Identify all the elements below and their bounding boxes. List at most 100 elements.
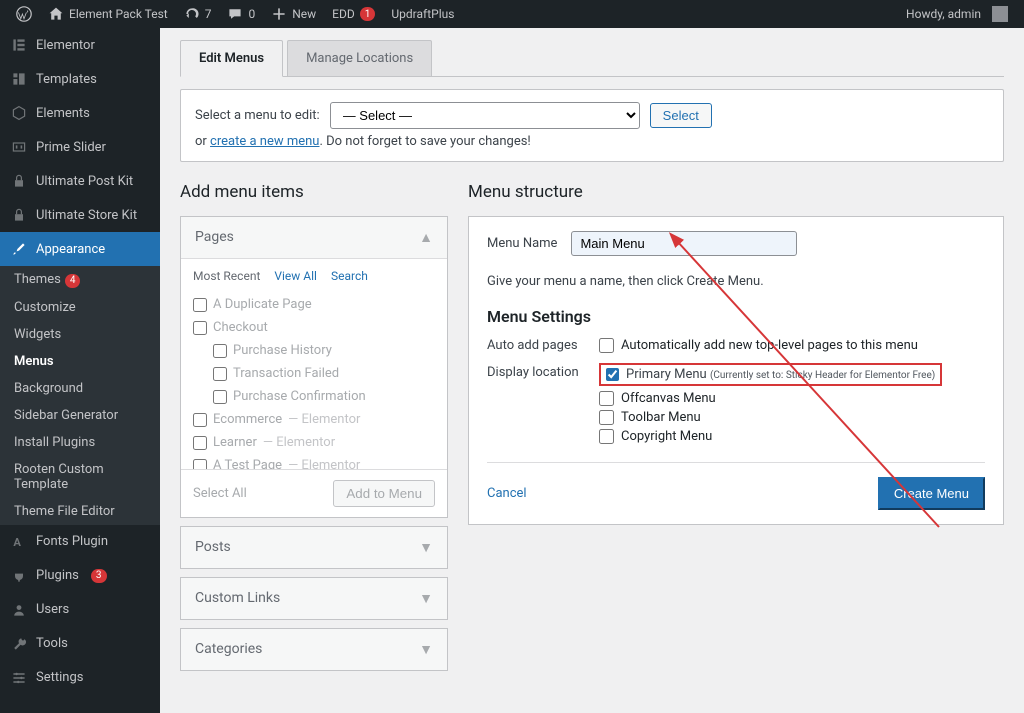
appearance-submenu: Themes4 Customize Widgets Menus Backgrou… xyxy=(0,266,160,525)
comments-item[interactable]: 0 xyxy=(219,0,263,28)
sidebar-item-settings[interactable]: Settings xyxy=(0,661,160,695)
page-checkbox[interactable] xyxy=(193,321,207,335)
admin-sidebar: Elementor Templates Elements Prime Slide… xyxy=(0,28,160,713)
submenu-menus[interactable]: Menus xyxy=(0,348,160,375)
page-item[interactable]: Learner — Elementor xyxy=(193,431,435,454)
page-item[interactable]: Purchase Confirmation xyxy=(193,385,435,408)
adminbar-left: Element Pack Test 7 0 New EDD 1 UpdraftPl… xyxy=(8,0,462,28)
wrench-icon xyxy=(10,635,28,653)
adminbar-right: Howdy, admin xyxy=(898,0,1016,28)
wordpress-logo-item[interactable] xyxy=(8,0,40,28)
sidebar-item-ultimate-store[interactable]: Ultimate Store Kit xyxy=(0,198,160,232)
sidebar-elements-label: Elements xyxy=(36,106,90,121)
chevron-down-icon: ▼ xyxy=(419,539,433,556)
sidebar-item-fonts-plugin[interactable]: AFonts Plugin xyxy=(0,525,160,559)
select-button[interactable]: Select xyxy=(650,103,712,128)
create-menu-link[interactable]: create a new menu xyxy=(210,134,319,149)
add-to-menu-button[interactable]: Add to Menu xyxy=(333,480,435,507)
page-item[interactable]: A Test Page — Elementor xyxy=(193,454,435,469)
sidebar-ultimate-store-label: Ultimate Store Kit xyxy=(36,208,137,223)
brush-icon xyxy=(10,240,28,258)
adminbar: Element Pack Test 7 0 New EDD 1 UpdraftPl… xyxy=(0,0,1024,28)
page-checkbox[interactable] xyxy=(193,298,207,312)
new-item[interactable]: New xyxy=(263,0,324,28)
sidebar-item-prime-slider[interactable]: Prime Slider xyxy=(0,130,160,164)
sidebar-item-ultimate-post[interactable]: Ultimate Post Kit xyxy=(0,164,160,198)
howdy-item[interactable]: Howdy, admin xyxy=(898,0,1016,28)
submenu-sidebar-gen[interactable]: Sidebar Generator xyxy=(0,402,160,429)
page-item[interactable]: Checkout xyxy=(193,316,435,339)
page-item[interactable]: Transaction Failed xyxy=(193,362,435,385)
page-checkbox[interactable] xyxy=(213,367,227,381)
page-label: A Test Page xyxy=(213,458,282,469)
themes-count-badge: 4 xyxy=(65,274,81,288)
edd-label: EDD xyxy=(332,7,355,21)
subtab-view-all[interactable]: View All xyxy=(274,269,317,283)
site-name-item[interactable]: Element Pack Test xyxy=(40,0,176,28)
subtab-search[interactable]: Search xyxy=(331,269,368,283)
page-label: Checkout xyxy=(213,320,268,335)
page-item[interactable]: A Duplicate Page xyxy=(193,293,435,316)
howdy-label: Howdy, admin xyxy=(906,7,981,21)
sidebar-item-plugins[interactable]: Plugins3 xyxy=(0,559,160,593)
add-menu-items-column: Add menu items Pages ▲ Most Recent View … xyxy=(180,182,448,679)
sidebar-item-templates[interactable]: Templates xyxy=(0,62,160,96)
sidebar-settings-label: Settings xyxy=(36,670,83,685)
svg-text:A: A xyxy=(13,536,21,549)
pages-list[interactable]: A Duplicate Page Checkout Purchase History… xyxy=(181,289,447,469)
edd-item[interactable]: EDD 1 xyxy=(324,0,383,28)
page-suffix: — Elementor xyxy=(263,435,335,450)
posts-accordion[interactable]: Posts ▼ xyxy=(180,526,448,569)
content-area: Edit Menus Manage Locations Select a men… xyxy=(160,28,1024,713)
page-checkbox[interactable] xyxy=(193,436,207,450)
page-checkbox[interactable] xyxy=(193,413,207,427)
sidebar-users-label: Users xyxy=(36,602,69,617)
sidebar-plugins-label: Plugins xyxy=(36,568,79,583)
menu-structure-box: Menu Name Give your menu a name, then cl… xyxy=(468,216,1004,525)
page-suffix: — Elementor xyxy=(288,412,360,427)
submenu-background[interactable]: Background xyxy=(0,375,160,402)
submenu-widgets[interactable]: Widgets xyxy=(0,321,160,348)
pages-accordion: Pages ▲ Most Recent View All Search A Du… xyxy=(180,216,448,518)
add-items-title: Add menu items xyxy=(180,182,448,202)
menu-structure-column: Menu structure Menu Name Give your menu … xyxy=(468,182,1004,679)
categories-accordion[interactable]: Categories▼ xyxy=(180,628,448,671)
select-all-link[interactable]: Select All xyxy=(193,486,247,501)
page-item[interactable]: Purchase History xyxy=(193,339,435,362)
sidebar-item-users[interactable]: Users xyxy=(0,593,160,627)
page-checkbox[interactable] xyxy=(213,390,227,404)
sidebar-appearance-label: Appearance xyxy=(36,242,105,257)
submenu-rooten[interactable]: Rooten Custom Template xyxy=(0,456,160,498)
submenu-install-plugins[interactable]: Install Plugins xyxy=(0,429,160,456)
pages-head[interactable]: Pages ▲ xyxy=(181,217,447,258)
lock-icon xyxy=(10,206,28,224)
pages-subtabs: Most Recent View All Search xyxy=(181,259,447,289)
sidebar-item-elementor[interactable]: Elementor xyxy=(0,28,160,62)
updates-item[interactable]: 7 xyxy=(176,0,220,28)
plug-icon xyxy=(10,567,28,585)
avatar-icon xyxy=(992,6,1008,22)
page-label: Purchase History xyxy=(233,343,332,358)
sidebar-templates-label: Templates xyxy=(36,72,97,87)
submenu-customize[interactable]: Customize xyxy=(0,294,160,321)
posts-label: Posts xyxy=(195,539,231,556)
tab-manage-locations[interactable]: Manage Locations xyxy=(287,40,432,76)
custom-links-accordion[interactable]: Custom Links▼ xyxy=(180,577,448,620)
font-icon: A xyxy=(10,533,28,551)
comment-icon xyxy=(227,6,243,22)
page-checkbox[interactable] xyxy=(213,344,227,358)
site-title: Element Pack Test xyxy=(69,7,168,21)
page-item[interactable]: Ecommerce — Elementor xyxy=(193,408,435,431)
submenu-theme-editor[interactable]: Theme File Editor xyxy=(0,498,160,525)
tab-edit-menus[interactable]: Edit Menus xyxy=(180,40,283,77)
page-checkbox[interactable] xyxy=(193,459,207,470)
select-menu-dropdown[interactable]: — Select — xyxy=(330,102,640,129)
subtab-most-recent[interactable]: Most Recent xyxy=(193,269,260,283)
sidebar-item-appearance[interactable]: Appearance xyxy=(0,232,160,266)
select-hint: . Do not forget to save your changes! xyxy=(319,134,530,149)
submenu-themes[interactable]: Themes4 xyxy=(0,266,160,294)
updraft-item[interactable]: UpdraftPlus xyxy=(383,0,462,28)
edd-badge: 1 xyxy=(360,7,376,21)
sidebar-item-elements[interactable]: Elements xyxy=(0,96,160,130)
sidebar-item-tools[interactable]: Tools xyxy=(0,627,160,661)
